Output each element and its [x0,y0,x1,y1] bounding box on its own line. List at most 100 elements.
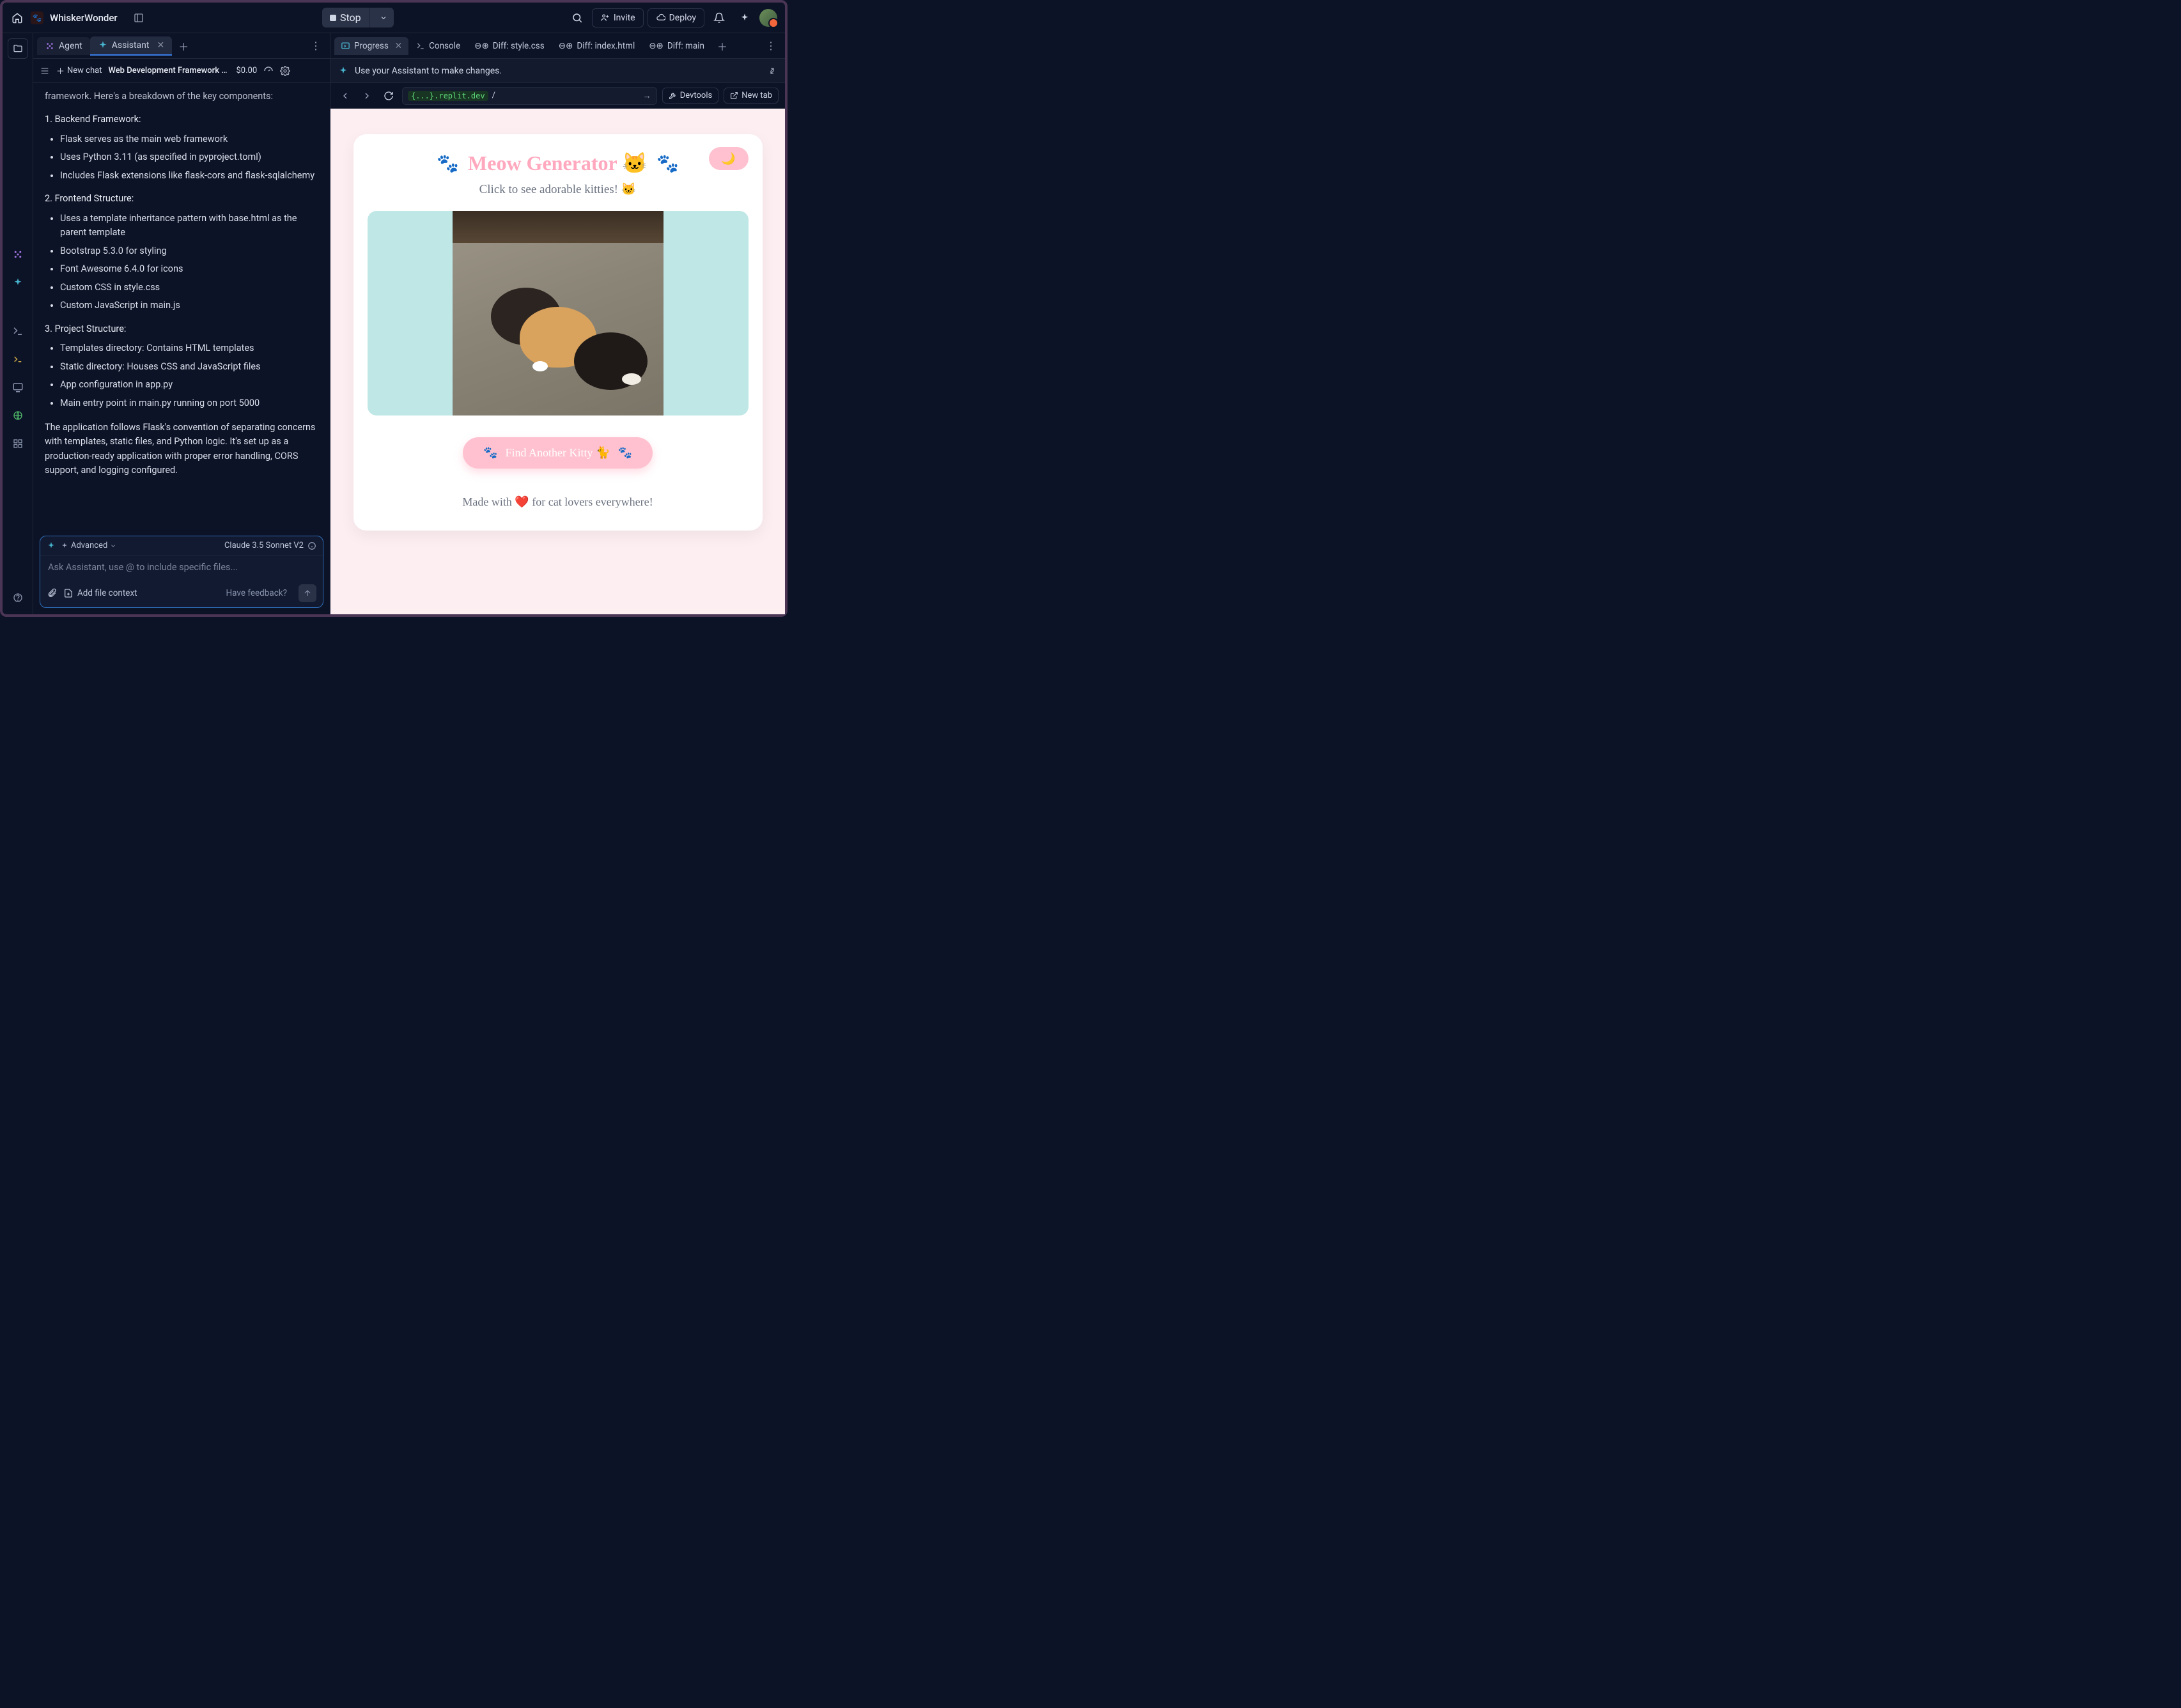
section-1-header: 1. Backend Framework: [45,113,318,127]
reload-icon[interactable] [380,88,397,104]
paw-icon: 🐾 [483,446,497,460]
chat-input-box: Advanced Claude 3.5 Sonnet V2 Ask Assist… [40,536,323,608]
user-avatar[interactable] [759,9,777,27]
add-file-context-button[interactable]: Add file context [63,588,137,598]
stop-label: Stop [340,12,361,24]
tab-console[interactable]: Console [410,37,467,55]
section-3-list: Templates directory: Contains HTML templ… [45,341,318,410]
info-icon [307,541,316,550]
rail-console-icon[interactable] [8,349,28,369]
invite-button[interactable]: Invite [592,8,644,27]
search-icon[interactable] [566,7,588,29]
layout-toggle-icon[interactable] [128,7,150,29]
app-logo-icon: 🐾 [31,12,43,24]
rail-preview-icon[interactable] [8,377,28,398]
url-path: / [492,91,495,100]
advanced-toggle[interactable]: Advanced [61,541,116,550]
diff-icon: ⊖⊕ [559,41,573,51]
diff-icon: ⊖⊕ [474,41,489,51]
rail-deploy-icon[interactable] [8,405,28,426]
list-item: Font Awesome 6.4.0 for icons [60,262,318,276]
moon-icon: 🌙 [721,152,735,166]
deploy-button[interactable]: Deploy [648,8,704,27]
right-tab-bar: Progress ✕ Console ⊖⊕ Diff: style.css ⊖⊕… [330,33,785,59]
list-item: App configuration in app.py [60,378,318,392]
home-icon[interactable] [10,11,24,25]
chat-intro-line: framework. Here's a breakdown of the key… [45,89,318,104]
activity-rail [3,33,33,614]
tab-diff-index[interactable]: ⊖⊕ Diff: index.html [552,37,642,55]
tab-diff-style[interactable]: ⊖⊕ Diff: style.css [468,37,551,55]
send-button[interactable] [299,584,316,602]
sparkle-icon [61,542,68,550]
left-tab-bar: Agent Assistant ✕ ＋ ⋮ [33,33,330,59]
list-item: Custom JavaScript in main.js [60,299,318,313]
rail-agent-icon[interactable] [8,244,28,265]
find-kitty-label: Find Another Kitty 🐈 [506,446,610,460]
chat-closing-paragraph: The application follows Flask's conventi… [45,421,318,478]
forward-icon[interactable] [359,88,375,104]
notifications-icon[interactable] [708,7,730,29]
go-icon[interactable]: → [643,91,651,101]
url-input[interactable]: {...}.replit.dev / → [402,87,657,105]
rail-assistant-icon[interactable] [8,272,28,293]
chat-list-icon[interactable] [40,66,50,76]
devtools-button[interactable]: Devtools [662,88,718,104]
back-icon[interactable] [337,88,353,104]
tab-more-icon[interactable]: ⋮ [306,37,326,54]
console-icon [416,42,425,50]
tab-agent[interactable]: Agent [37,37,90,55]
invite-label: Invite [614,13,635,23]
cat-image [453,211,664,415]
tab-more-icon[interactable]: ⋮ [761,37,781,54]
paw-icon: 🐾 [437,153,459,174]
tab-agent-label: Agent [59,41,82,51]
tab-assistant-label: Assistant [112,40,150,50]
banner-text: Use your Assistant to make changes. [355,66,502,76]
chevron-down-icon [110,543,116,549]
section-3-header: 3. Project Structure: [45,322,318,336]
list-item: Includes Flask extensions like flask-cor… [60,169,318,183]
webview-content: 🌙 🐾 Meow Generator 🐱 🐾 Click to see ador… [330,109,785,614]
tab-progress[interactable]: Progress ✕ [334,37,408,55]
app-subtitle: Click to see adorable kitties! 🐱 [368,182,749,197]
run-dropdown-icon[interactable] [373,10,394,26]
chat-input-field[interactable]: Ask Assistant, use @ to include specific… [40,555,323,579]
sparkle-icon[interactable] [734,7,756,29]
help-icon[interactable] [8,587,28,608]
webview-url-bar: {...}.replit.dev / → Devtools New tab [330,83,785,109]
new-chat-button[interactable]: ＋ New chat [56,65,102,77]
new-tab-button[interactable]: ＋ [712,36,733,56]
find-kitty-button[interactable]: 🐾 Find Another Kitty 🐈 🐾 [463,437,653,469]
agent-icon [45,41,55,51]
list-item: Custom CSS in style.css [60,281,318,295]
app-footer: Made with ❤️ for cat lovers everywhere! [368,495,749,509]
assistant-spark-icon [47,541,56,550]
usage-meter-icon[interactable] [263,66,274,76]
feedback-link[interactable]: Have feedback? [226,588,287,598]
app-card: 🌙 🐾 Meow Generator 🐱 🐾 Click to see ador… [353,134,763,531]
model-selector[interactable]: Claude 3.5 Sonnet V2 [224,541,316,550]
theme-toggle-button[interactable]: 🌙 [709,147,749,170]
new-tab-button[interactable]: New tab [724,88,779,104]
list-item: Main entry point in main.py running on p… [60,396,318,410]
right-panel: Progress ✕ Console ⊖⊕ Diff: style.css ⊖⊕… [330,33,785,614]
tab-assistant[interactable]: Assistant ✕ [90,36,172,56]
settings-icon[interactable] [280,66,290,76]
progress-icon [341,41,350,50]
tab-diff-main[interactable]: ⊖⊕ Diff: main [642,37,711,55]
close-icon[interactable]: ✕ [157,40,164,50]
run-stop-button[interactable]: Stop [322,8,394,27]
files-icon[interactable] [8,38,28,59]
rail-shell-icon[interactable] [8,321,28,341]
close-icon[interactable]: ✕ [395,41,402,51]
list-item: Flask serves as the main web framework [60,132,318,146]
chat-subbar: ＋ New chat Web Development Framework Dis… [33,59,330,83]
expand-icon[interactable] [767,66,777,76]
deploy-label: Deploy [669,13,696,23]
new-tab-button[interactable]: ＋ [172,35,195,58]
project-name[interactable]: WhiskerWonder [50,12,118,24]
rail-apps-icon[interactable] [8,433,28,454]
attachment-icon[interactable] [47,588,57,598]
section-1-list: Flask serves as the main web framework U… [45,132,318,183]
